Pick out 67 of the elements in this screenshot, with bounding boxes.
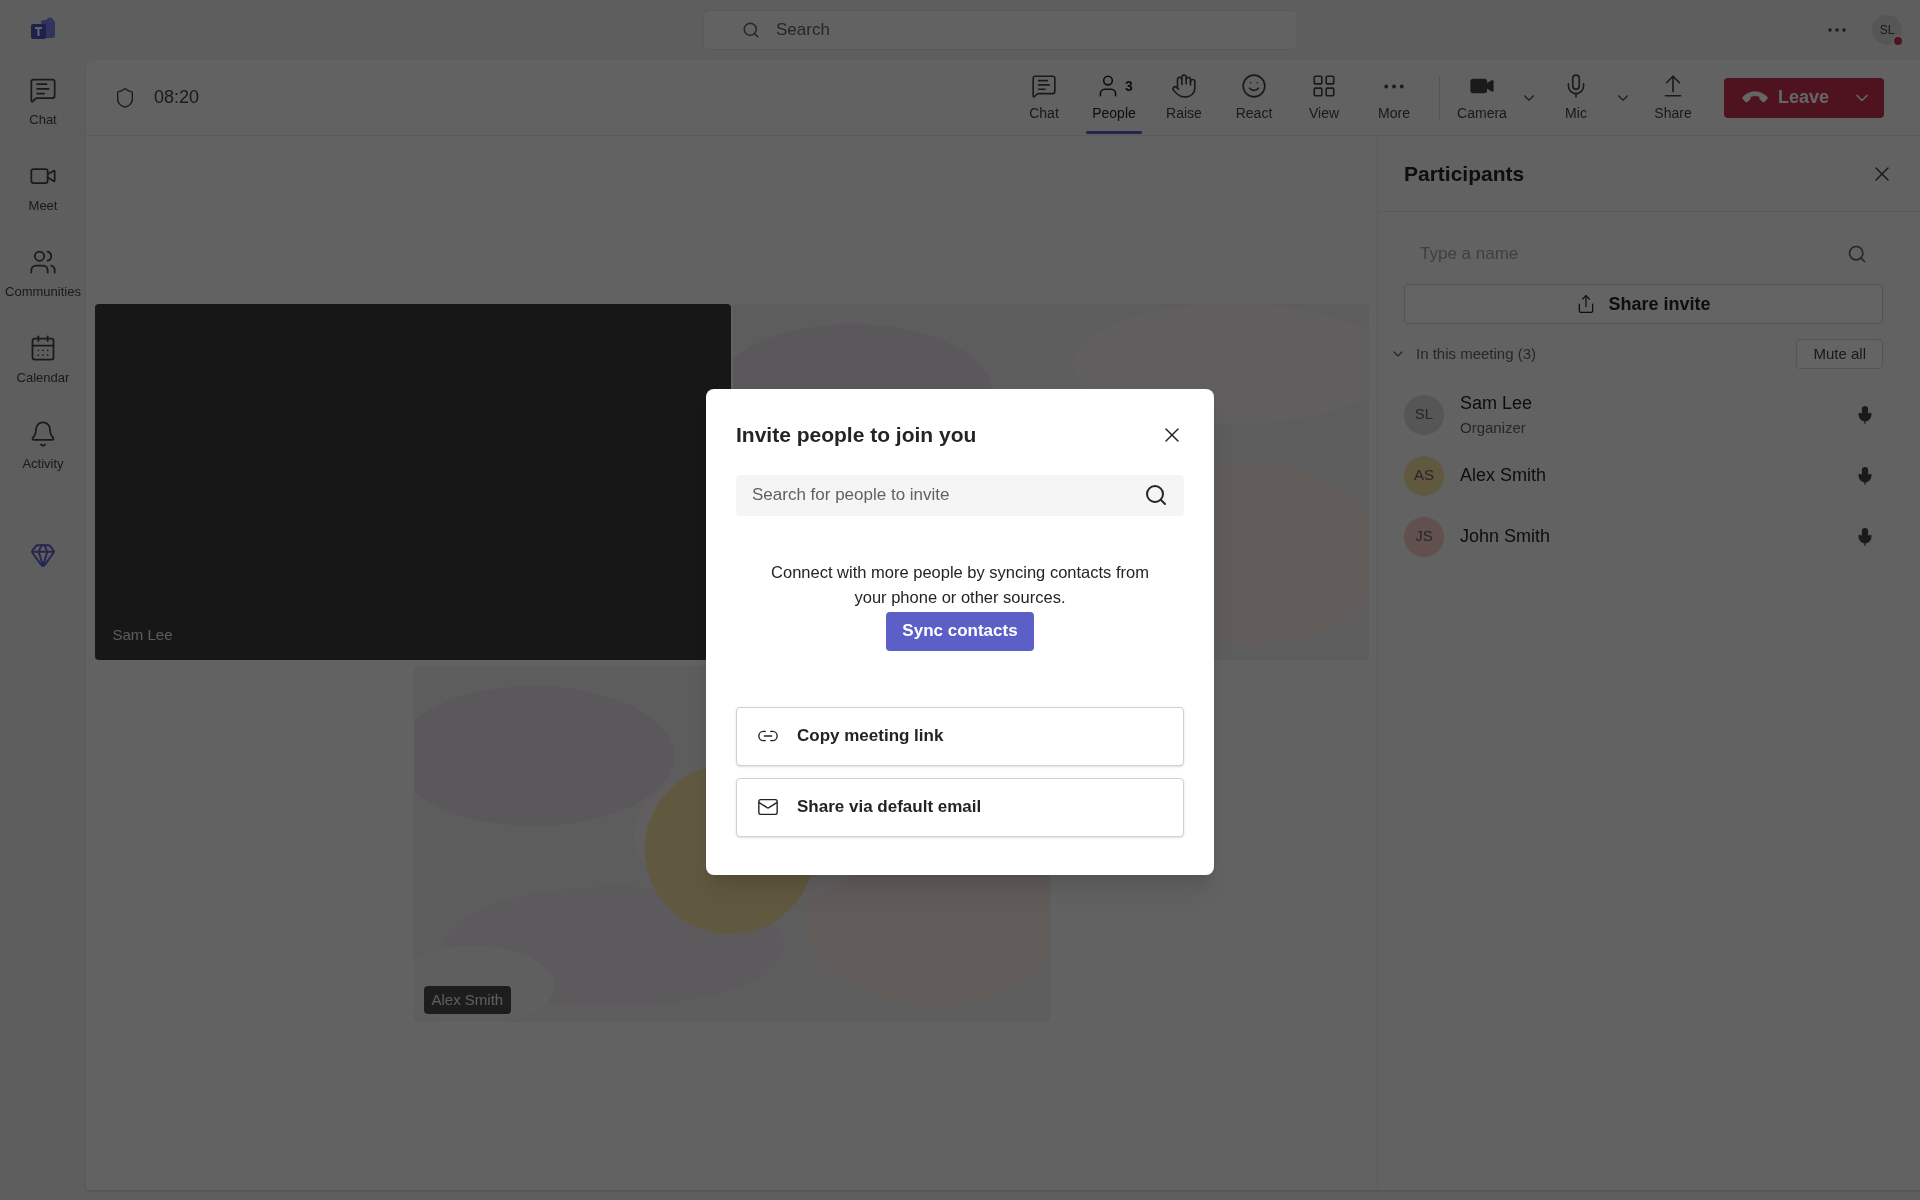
tool-label: Share xyxy=(1654,104,1692,123)
envelope-icon xyxy=(757,796,779,818)
chat-icon xyxy=(29,76,57,105)
grid-icon xyxy=(1311,73,1337,99)
participant-role: Organizer xyxy=(1460,417,1527,438)
rail-item[interactable]: Communities xyxy=(0,232,86,318)
search-field[interactable]: Search xyxy=(703,10,1298,50)
leave-label: Leave xyxy=(1778,86,1830,109)
view-button[interactable]: View xyxy=(1292,59,1356,136)
participant-name: John Smith xyxy=(1460,525,1551,548)
diamond-icon[interactable] xyxy=(30,542,56,568)
copy-link-button[interactable]: Copy meeting link xyxy=(736,706,1184,766)
panel-title: Participants xyxy=(1404,160,1525,187)
invite-search-field[interactable]: Search for people to invite xyxy=(736,474,1184,516)
search-icon xyxy=(1144,483,1168,507)
chat-icon xyxy=(1031,73,1057,99)
more-button[interactable]: More xyxy=(1362,59,1426,136)
leave-button[interactable]: Leave xyxy=(1724,77,1884,118)
participant-name: Sam Lee xyxy=(112,624,173,645)
tool-label: Camera xyxy=(1457,104,1507,123)
sync-contacts-button[interactable]: Sync contacts xyxy=(886,611,1034,651)
participant-row[interactable]: AS Alex Smith xyxy=(1378,445,1920,506)
hand-icon xyxy=(1171,73,1197,99)
tool-label: Raise xyxy=(1166,104,1202,123)
meeting-timer: 08:20 xyxy=(154,86,200,109)
user-avatar[interactable]: SL xyxy=(1872,15,1902,45)
participant-name: Sam Lee xyxy=(1460,391,1533,415)
react-button[interactable]: React xyxy=(1222,59,1286,136)
smiley-icon xyxy=(1241,73,1267,99)
share-invite-button[interactable]: Share invite xyxy=(1404,284,1883,324)
participant-name: Alex Smith xyxy=(423,985,512,1014)
share-button[interactable]: Share xyxy=(1641,59,1705,136)
tool-label: Mic xyxy=(1565,104,1587,123)
search-icon xyxy=(1847,244,1867,264)
raise-hand-button[interactable]: Raise xyxy=(1152,59,1216,136)
share-email-button[interactable]: Share via default email xyxy=(736,777,1184,837)
participant-avatar: AS xyxy=(1404,455,1444,496)
tool-label: More xyxy=(1378,104,1410,123)
more-icon[interactable] xyxy=(1384,83,1404,89)
tool-label: Chat xyxy=(1029,104,1059,123)
tool-label: View xyxy=(1308,104,1340,123)
people-button[interactable]: 3 People xyxy=(1082,59,1146,136)
people-count: 3 xyxy=(1125,76,1133,96)
participant-name: Alex Smith xyxy=(1460,464,1547,487)
tool-label: React xyxy=(1235,104,1273,123)
section-label: In this meeting (3) xyxy=(1416,343,1537,364)
participant-avatar: JS xyxy=(1404,516,1444,557)
rail-item[interactable]: Activity xyxy=(0,404,86,490)
shield-icon xyxy=(114,86,136,109)
tool-label: People xyxy=(1092,104,1136,123)
calendar-icon xyxy=(29,334,57,363)
search-placeholder: Search xyxy=(776,19,830,42)
rail-item[interactable]: Chat xyxy=(0,60,86,146)
tab-indicator xyxy=(1086,130,1142,134)
mic-button[interactable]: Mic xyxy=(1544,59,1608,136)
search-placeholder: Search for people to invite xyxy=(752,484,950,507)
mute-all-button[interactable]: Mute all xyxy=(1796,339,1883,369)
bell-icon xyxy=(29,420,57,449)
sync-message: Connect with more people by syncing contacts from your phone or other sources. xyxy=(770,561,1150,608)
participant-row[interactable]: JS John Smith xyxy=(1378,506,1920,567)
dialog-title: Invite people to join you xyxy=(736,422,977,448)
chat-button[interactable]: Chat xyxy=(1012,59,1076,136)
rail-item[interactable]: Calendar xyxy=(0,318,86,404)
more-icon[interactable] xyxy=(1828,28,1846,32)
rail-item[interactable]: Meet xyxy=(0,146,86,232)
camera-button[interactable]: Camera xyxy=(1450,59,1514,136)
search-icon xyxy=(742,21,760,39)
